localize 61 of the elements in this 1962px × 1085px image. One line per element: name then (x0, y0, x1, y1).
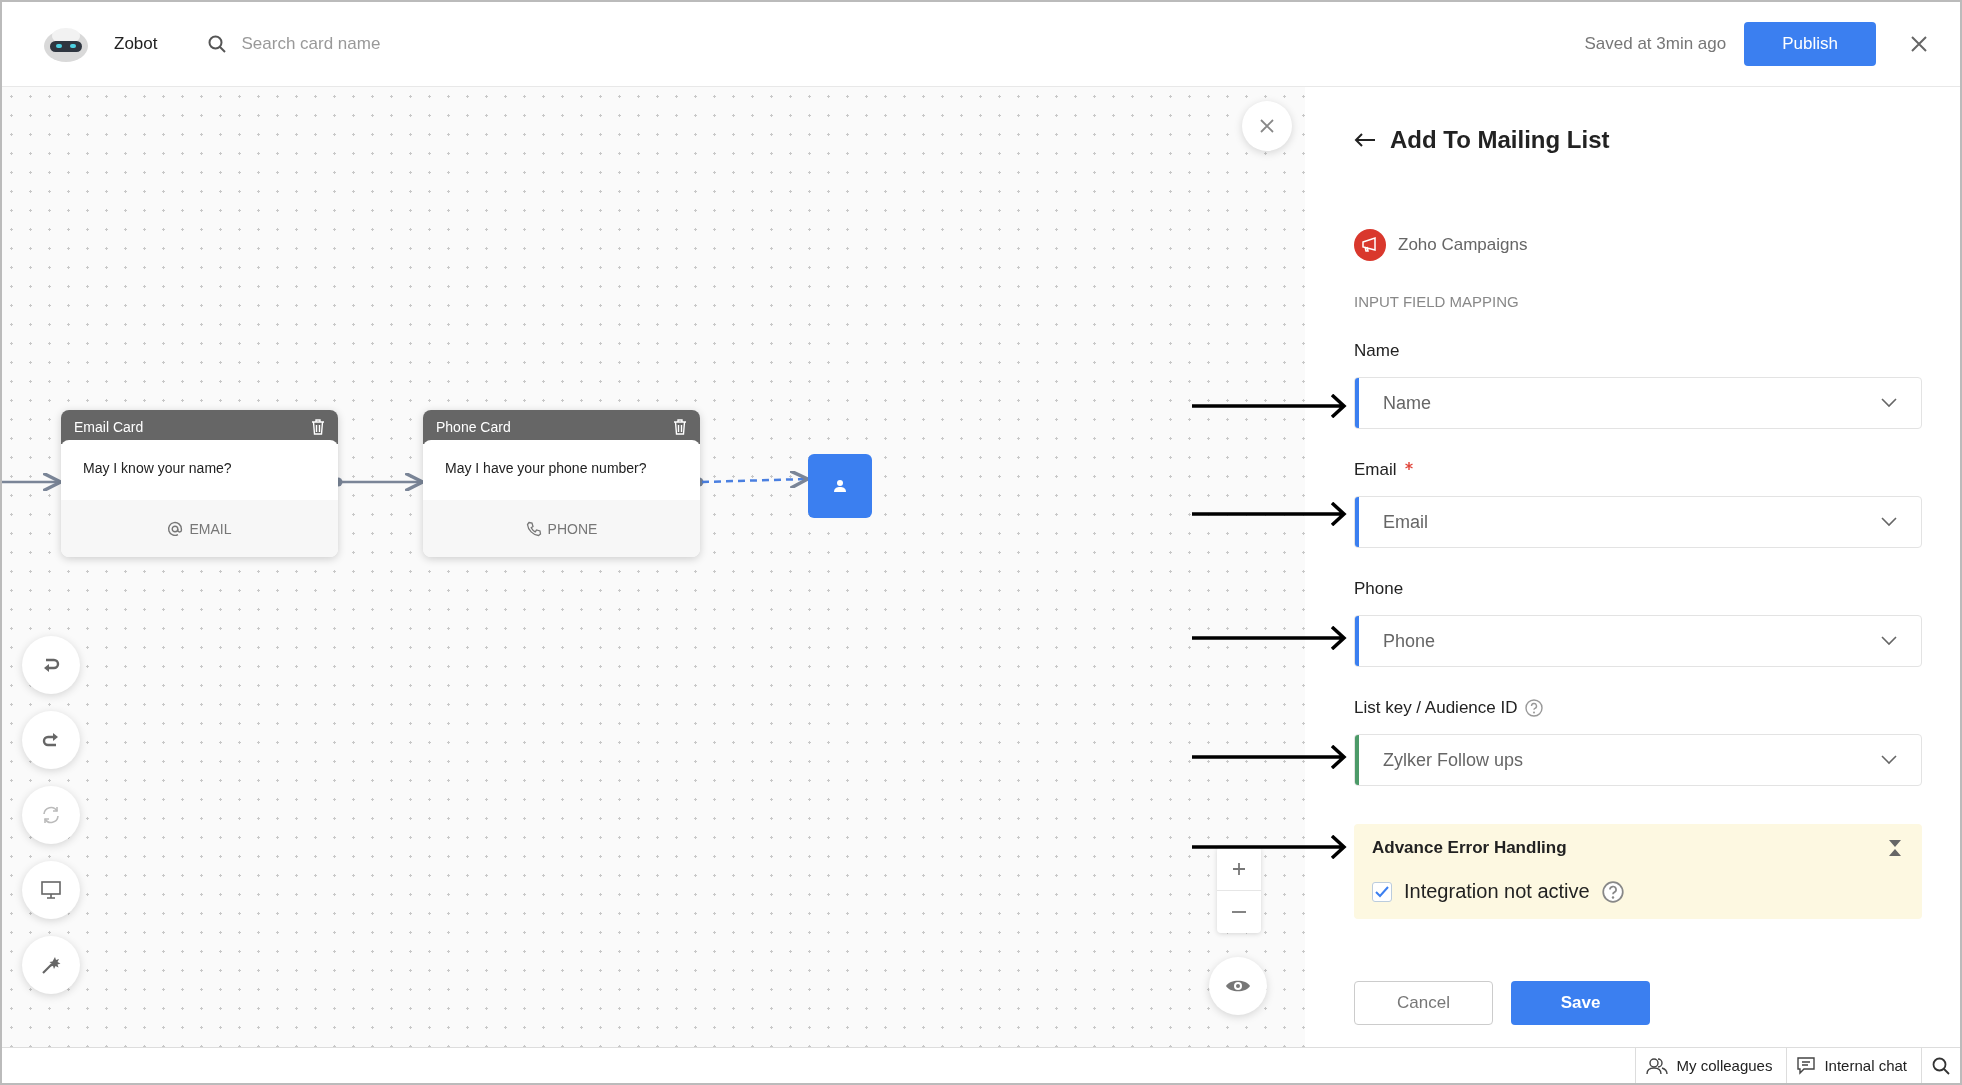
chevron-down-icon (1881, 636, 1897, 646)
help-icon[interactable] (1525, 699, 1544, 717)
cancel-button[interactable]: Cancel (1354, 981, 1493, 1025)
flow-card[interactable]: Email Card May I know your name? EMAIL (61, 410, 338, 557)
chevron-down-icon (1881, 398, 1897, 408)
card-input-type: PHONE (547, 520, 598, 537)
connector-arrow (2, 471, 63, 493)
dropdown-field[interactable]: Phone (1354, 615, 1922, 667)
chevron-down-icon (1881, 517, 1897, 527)
redo-button[interactable] (22, 711, 80, 769)
search-icon (207, 34, 228, 54)
phone-icon (525, 520, 542, 537)
publish-button[interactable]: Publish (1744, 22, 1876, 66)
field-label: Email (1354, 460, 1397, 480)
section-label: INPUT FIELD MAPPING (1354, 293, 1520, 310)
plus-icon (1232, 861, 1246, 876)
app-name: Zobot (114, 34, 158, 54)
search-icon (1932, 1056, 1950, 1075)
card-title: Email Card (74, 419, 144, 435)
field-label: Phone (1354, 579, 1404, 599)
undo-button[interactable] (22, 636, 80, 694)
preview-button[interactable] (1209, 957, 1267, 1015)
card-question: May I know your name? (61, 440, 338, 500)
close-icon (1910, 35, 1928, 53)
field-label: List key / Audience ID (1354, 698, 1518, 718)
field-label: Name (1354, 341, 1400, 361)
card-title: Phone Card (436, 419, 511, 435)
chevron-down-icon (1881, 755, 1897, 765)
monitor-icon (40, 879, 62, 901)
people-icon (1645, 1056, 1668, 1075)
magic-button[interactable] (22, 936, 80, 994)
flow-card[interactable]: Phone Card May I have your phone number? PHONE (423, 410, 700, 557)
dropdown-field[interactable]: Name (1354, 377, 1922, 429)
colleagues-button[interactable]: My colleagues (1634, 1048, 1787, 1083)
person-icon (833, 479, 847, 493)
checkbox-label: Integration not active (1404, 880, 1590, 903)
save-button[interactable]: Save (1511, 981, 1650, 1025)
preview-button[interactable] (22, 861, 80, 919)
error-handling-title: Advance Error Handling (1372, 838, 1567, 858)
internal-chat-button[interactable]: Internal chat (1786, 1048, 1921, 1083)
back-arrow-icon[interactable] (1354, 132, 1376, 148)
flow-node[interactable] (808, 454, 872, 518)
at-sign-icon (167, 520, 184, 537)
chat-icon (1797, 1056, 1816, 1075)
help-icon[interactable] (1601, 880, 1624, 903)
panel-title: Add To Mailing List (1390, 126, 1610, 154)
card-question: May I have your phone number? (423, 440, 700, 500)
trash-icon[interactable] (673, 419, 687, 435)
checkbox[interactable] (1372, 881, 1392, 902)
dropdown-field[interactable]: Zylker Follow ups (1354, 734, 1922, 786)
megaphone-logo-icon (1354, 229, 1386, 261)
close-icon (1259, 118, 1275, 134)
card-input-type: EMAIL (189, 520, 232, 537)
saved-status: Saved at 3min ago (1584, 34, 1727, 54)
dropdown-field[interactable]: Email (1354, 496, 1922, 548)
collapse-icon[interactable] (1888, 840, 1902, 856)
trash-icon[interactable] (311, 419, 325, 435)
integration-name: Zoho Campaigns (1398, 235, 1528, 255)
minus-icon (1232, 911, 1246, 913)
refresh-icon (40, 804, 62, 826)
close-panel-button[interactable] (1242, 101, 1292, 151)
